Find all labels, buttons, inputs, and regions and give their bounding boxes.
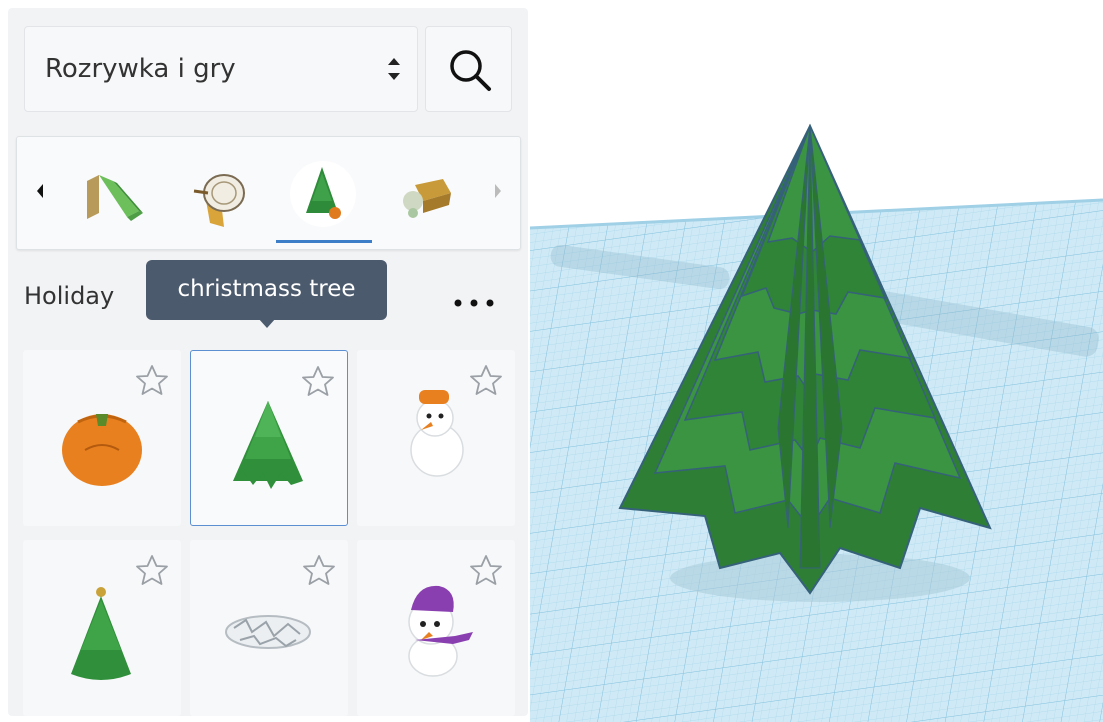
favorite-star-icon[interactable] xyxy=(135,364,169,400)
shapes-panel: Rozrywka i gry Holiday christmass tree xyxy=(8,8,528,716)
shape-tile-christmas-tree-star[interactable] xyxy=(23,540,181,716)
search-button[interactable] xyxy=(425,26,512,112)
shape-tile-pumpkin[interactable] xyxy=(23,350,181,526)
favorite-star-icon[interactable] xyxy=(469,364,503,400)
more-options-button[interactable] xyxy=(452,294,496,313)
shape-tile-snowman-purple[interactable] xyxy=(357,540,515,716)
carousel-item-drum[interactable] xyxy=(180,153,260,233)
tooltip-tail xyxy=(258,318,276,328)
search-icon xyxy=(450,50,491,91)
workplane-canvas xyxy=(530,123,1103,722)
shape-tile-christmas-tree[interactable] xyxy=(190,350,348,526)
category-carousel xyxy=(16,136,521,250)
category-title: Holiday xyxy=(24,282,115,310)
3d-viewport[interactable] xyxy=(530,8,1103,722)
carousel-item-holiday[interactable] xyxy=(282,153,362,233)
treasure-icon xyxy=(403,179,451,218)
carousel-next-icon[interactable] xyxy=(493,183,503,203)
carousel-selected-indicator xyxy=(276,240,372,243)
category-select[interactable]: Rozrywka i gry xyxy=(24,26,418,112)
holiday-tree-icon xyxy=(306,167,341,219)
updown-chevron-icon xyxy=(387,53,401,89)
shape-tile-snowman-orange[interactable] xyxy=(357,350,515,526)
favorite-star-icon[interactable] xyxy=(301,365,335,401)
favorite-star-icon[interactable] xyxy=(302,554,336,590)
favorite-star-icon[interactable] xyxy=(469,554,503,590)
carousel-prev-icon[interactable] xyxy=(35,183,45,203)
carousel-item-treasure[interactable] xyxy=(385,153,465,233)
favorite-star-icon[interactable] xyxy=(135,554,169,590)
category-select-value: Rozrywka i gry xyxy=(45,54,236,84)
carousel-item-slide[interactable] xyxy=(77,153,157,233)
drum-icon xyxy=(193,174,245,227)
more-dots-icon xyxy=(454,299,494,307)
shape-tile-snowflakes[interactable] xyxy=(190,540,348,716)
shape-tooltip: christmass tree xyxy=(146,260,387,320)
slide-icon xyxy=(87,175,143,221)
